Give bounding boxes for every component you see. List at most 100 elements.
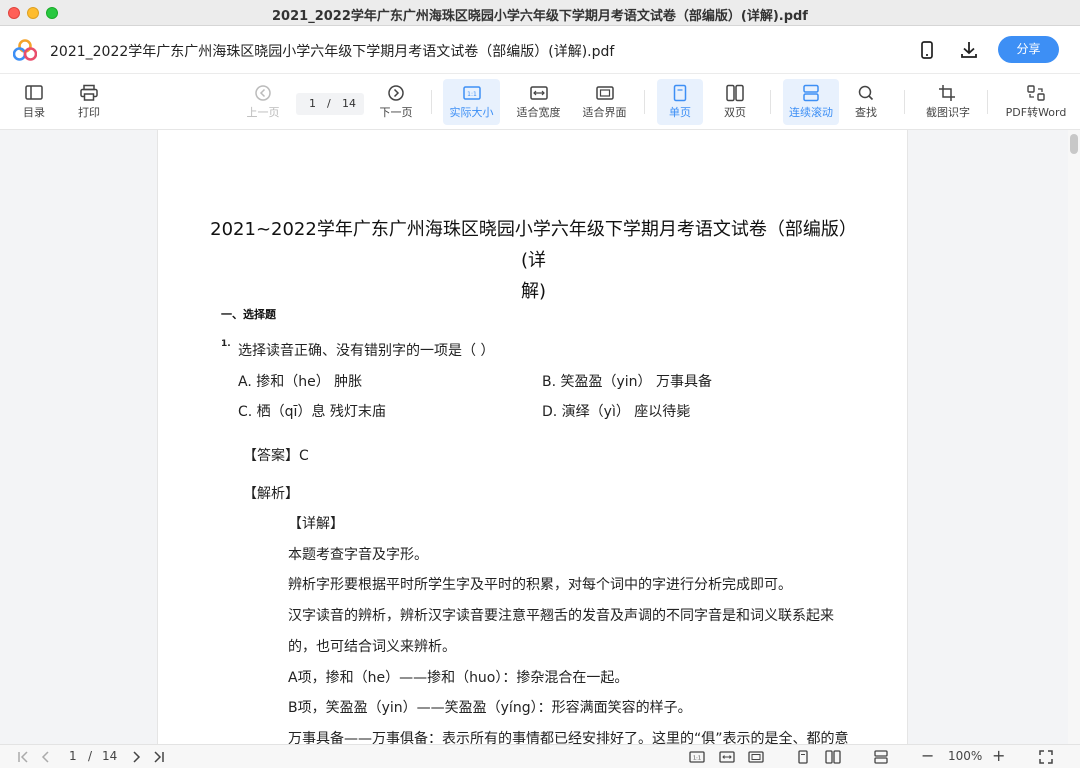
app-header: 2021_2022学年广东广州海珠区晓园小学六年级下学期月考语文试卷（部编版）(… bbox=[0, 26, 1080, 74]
toolbar-divider bbox=[904, 90, 905, 114]
total-pages: 14 bbox=[342, 97, 356, 110]
single-page-label: 单页 bbox=[669, 106, 691, 119]
toolbar-divider bbox=[770, 90, 771, 114]
svg-text:1:1: 1:1 bbox=[693, 756, 701, 762]
document-title: 2021_2022学年广东广州海珠区晓园小学六年级下学期月考语文试卷（部编版）(… bbox=[50, 44, 615, 60]
fullscreen-icon[interactable] bbox=[1039, 750, 1053, 764]
continuous-scroll-icon[interactable] bbox=[873, 750, 889, 764]
page-number-input[interactable]: 1 / 14 bbox=[296, 93, 364, 115]
question-number: 1. bbox=[221, 339, 231, 349]
fit-width-label: 适合宽度 bbox=[516, 106, 561, 119]
search-icon bbox=[858, 85, 874, 101]
last-page-icon[interactable] bbox=[152, 750, 166, 764]
next-page-button[interactable]: 下一页 bbox=[375, 79, 417, 125]
zoom-level[interactable]: 100% bbox=[948, 749, 982, 763]
double-page-button[interactable]: 双页 bbox=[712, 79, 758, 125]
heading-line-1: 2021~2022学年广东广州海珠区晓园小学六年级下学期月考语文试卷（部编版）(… bbox=[210, 219, 857, 271]
continuous-scroll-label: 连续滚动 bbox=[789, 106, 833, 119]
status-total-pages: 14 bbox=[102, 749, 118, 763]
status-page-separator: / bbox=[88, 749, 93, 763]
pdf-to-word-label: PDF转Word bbox=[1005, 106, 1067, 119]
analysis-heading: 【解析】 bbox=[243, 486, 299, 502]
toc-button[interactable]: 目录 bbox=[14, 79, 54, 125]
phone-icon[interactable] bbox=[916, 39, 938, 61]
chevron-right-circle-icon bbox=[388, 85, 404, 101]
section-heading: 一、选择题 bbox=[221, 308, 276, 321]
option-b: B. 笑盈盈（yin） 万事具备 bbox=[542, 374, 713, 390]
fit-page-icon[interactable] bbox=[748, 750, 764, 764]
prev-page-button[interactable]: 上一页 bbox=[242, 79, 284, 125]
detail-line: 本题考查字音及字形。 bbox=[288, 547, 428, 563]
continuous-scroll-icon bbox=[803, 84, 819, 102]
document-heading: 2021~2022学年广东广州海珠区晓园小学六年级下学期月考语文试卷（部编版）(… bbox=[208, 214, 859, 307]
option-d: D. 演绎（yì） 座以待毙 bbox=[542, 404, 691, 420]
current-page: 1 bbox=[309, 97, 316, 110]
convert-icon bbox=[1027, 85, 1045, 101]
single-page-icon bbox=[673, 84, 687, 102]
detail-line: 万事具备——万事俱备：表示所有的事情都已经安排好了。这里的“俱”表示的是全、都的… bbox=[288, 731, 849, 744]
actual-size-icon[interactable]: 1:1 bbox=[689, 750, 705, 764]
chevron-left-circle-icon bbox=[255, 85, 271, 101]
single-page-button[interactable]: 单页 bbox=[657, 79, 703, 125]
download-icon[interactable] bbox=[958, 39, 980, 61]
share-button[interactable]: 分享 bbox=[998, 36, 1059, 63]
detail-line: A项，掺和（he）——掺和（huo）：掺杂混合在一起。 bbox=[288, 670, 629, 686]
svg-text:1:1: 1:1 bbox=[467, 91, 477, 98]
fit-width-icon bbox=[529, 86, 548, 100]
single-page-icon[interactable] bbox=[796, 750, 810, 764]
next-page-icon[interactable] bbox=[129, 750, 143, 764]
zoom-out-button[interactable]: − bbox=[921, 746, 934, 765]
answer-line: 【答案】C bbox=[243, 448, 309, 464]
actual-size-icon: 1:1 bbox=[462, 86, 481, 100]
vertical-scrollbar[interactable] bbox=[1068, 130, 1080, 744]
fit-width-icon[interactable] bbox=[719, 750, 735, 764]
status-bar: 1 / 14 1:1 − 100% + bbox=[0, 744, 1080, 768]
prev-page-icon[interactable] bbox=[39, 750, 53, 764]
toc-icon bbox=[25, 85, 43, 100]
fit-page-button[interactable]: 适合界面 bbox=[576, 79, 633, 125]
detail-line: 辨析字形要根据平时所学生字及平时的积累，对每个词中的字进行分析完成即可。 bbox=[288, 577, 792, 593]
search-button[interactable]: 查找 bbox=[846, 79, 886, 125]
question-text: 选择读音正确、没有错别字的一项是（ ） bbox=[238, 343, 495, 359]
title-bar: 2021_2022学年广东广州海珠区晓园小学六年级下学期月考语文试卷（部编版）(… bbox=[0, 0, 1080, 26]
print-button[interactable]: 打印 bbox=[69, 79, 109, 125]
detail-line: 汉字读音的辨析，辨析汉字读音要注意平翘舌的发音及声调的不同字音是和词义联系起来 bbox=[288, 608, 834, 624]
print-label: 打印 bbox=[78, 106, 100, 119]
toolbar-divider bbox=[431, 90, 432, 114]
actual-size-button[interactable]: 1:1 实际大小 bbox=[443, 79, 500, 125]
page-separator: / bbox=[327, 97, 331, 110]
pdf-to-word-button[interactable]: PDF转Word bbox=[1000, 79, 1072, 125]
search-label: 查找 bbox=[855, 106, 877, 119]
option-c: C. 栖（qī）息 残灯末庙 bbox=[238, 404, 386, 420]
prev-page-label: 上一页 bbox=[246, 106, 280, 119]
fit-page-label: 适合界面 bbox=[582, 106, 627, 119]
detail-line: 【详解】 bbox=[288, 516, 344, 532]
actual-size-label: 实际大小 bbox=[449, 106, 494, 119]
continuous-scroll-button[interactable]: 连续滚动 bbox=[783, 79, 839, 125]
toolbar-divider bbox=[644, 90, 645, 114]
double-page-label: 双页 bbox=[724, 106, 746, 119]
crop-icon bbox=[939, 85, 955, 101]
window-title: 2021_2022学年广东广州海珠区晓园小学六年级下学期月考语文试卷（部编版）(… bbox=[272, 9, 808, 24]
document-viewport[interactable]: 2021~2022学年广东广州海珠区晓园小学六年级下学期月考语文试卷（部编版）(… bbox=[0, 130, 1080, 744]
double-page-icon[interactable] bbox=[825, 750, 841, 764]
first-page-icon[interactable] bbox=[16, 750, 30, 764]
scrollbar-thumb[interactable] bbox=[1070, 134, 1078, 154]
toc-label: 目录 bbox=[23, 106, 45, 119]
app-logo-icon bbox=[13, 39, 37, 61]
screenshot-ocr-button[interactable]: 截图识字 bbox=[920, 79, 976, 125]
fit-width-button[interactable]: 适合宽度 bbox=[510, 79, 567, 125]
next-page-label: 下一页 bbox=[379, 106, 413, 119]
screenshot-ocr-label: 截图识字 bbox=[926, 106, 970, 119]
pdf-page: 2021~2022学年广东广州海珠区晓园小学六年级下学期月考语文试卷（部编版）(… bbox=[157, 130, 908, 744]
option-a: A. 掺和（he） 肿胀 bbox=[238, 374, 363, 390]
toolbar: 目录 打印 上一页 1 / 14 下一页 1:1 实际大小 适合宽度 适合界面 … bbox=[0, 74, 1080, 130]
fit-page-icon bbox=[595, 86, 614, 100]
printer-icon bbox=[80, 84, 98, 101]
detail-line: 的，也可结合词义来辨析。 bbox=[288, 639, 456, 655]
double-page-icon bbox=[726, 84, 744, 102]
heading-line-2: 解) bbox=[520, 281, 547, 302]
zoom-in-button[interactable]: + bbox=[992, 746, 1005, 765]
status-current-page[interactable]: 1 bbox=[69, 749, 77, 763]
toolbar-divider bbox=[987, 90, 988, 114]
